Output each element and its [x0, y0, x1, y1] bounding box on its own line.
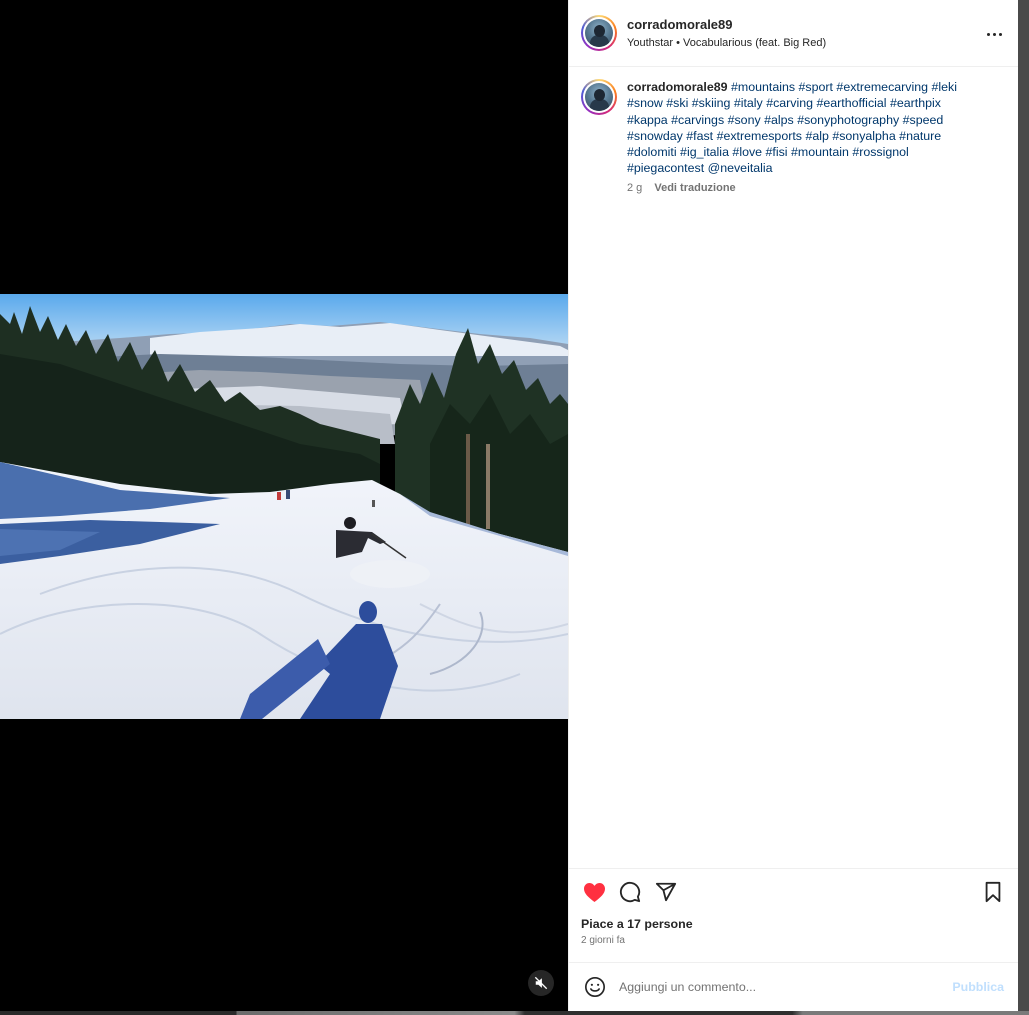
avatar-image: [585, 83, 613, 111]
hashtag-link[interactable]: #extremecarving: [836, 80, 928, 94]
hashtag-link[interactable]: #fisi: [766, 145, 788, 159]
hashtag-link[interactable]: #sony: [728, 113, 761, 127]
caption-author-avatar[interactable]: [581, 79, 617, 115]
hashtag-link[interactable]: #ski: [666, 96, 688, 110]
comment-bubble-icon: [619, 881, 641, 903]
video-frame[interactable]: [0, 294, 568, 719]
post-header: corradomorale89 Youthstar • Vocabulariou…: [569, 0, 1018, 67]
add-comment-bar: Pubblica: [569, 962, 1018, 1011]
paper-plane-icon: [655, 882, 677, 902]
window-gutter: [1018, 0, 1029, 1015]
hashtag-link[interactable]: #earthpix: [890, 96, 941, 110]
hashtag-link[interactable]: #dolomiti: [627, 145, 677, 159]
hashtag-link[interactable]: #earthofficial: [817, 96, 887, 110]
hashtag-link[interactable]: #sport: [799, 80, 833, 94]
likes-count[interactable]: Piace a 17 persone: [581, 917, 1006, 931]
comment-input[interactable]: [619, 980, 953, 994]
more-horizontal-icon: [986, 32, 990, 36]
mute-toggle-button[interactable]: [528, 970, 554, 996]
caption-username[interactable]: corradomorale89: [627, 80, 728, 94]
hashtag-link[interactable]: #nature: [899, 129, 941, 143]
hashtag-link[interactable]: #leki: [931, 80, 956, 94]
hashtag-link[interactable]: #rossignol: [852, 145, 908, 159]
hashtag-link[interactable]: #ig_italia: [680, 145, 729, 159]
hashtag-link[interactable]: #snow: [627, 96, 663, 110]
hashtag-link[interactable]: #piegacontest: [627, 161, 704, 175]
hashtag-link[interactable]: #alp: [805, 129, 828, 143]
hashtag-link[interactable]: #mountain: [791, 145, 849, 159]
hashtag-link[interactable]: #italy: [734, 96, 763, 110]
speaker-muted-icon: [534, 976, 548, 990]
publish-comment-button[interactable]: Pubblica: [952, 980, 1004, 994]
mention-link[interactable]: @neveitalia: [708, 161, 773, 175]
hashtag-link[interactable]: #carvings: [671, 113, 724, 127]
bookmark-icon: [985, 881, 1001, 903]
post-media[interactable]: [0, 0, 568, 1011]
background-strip: [0, 1011, 1029, 1015]
ski-slope-scene: [0, 294, 568, 719]
caption: corradomorale89 #mountains #sport #extre…: [581, 79, 1006, 194]
hashtag-link[interactable]: #sonyalpha: [832, 129, 895, 143]
caption-age[interactable]: 2 g: [627, 182, 642, 194]
author-avatar[interactable]: [581, 15, 617, 51]
post-details-panel: corradomorale89 Youthstar • Vocabulariou…: [568, 0, 1018, 1011]
hashtag-link[interactable]: #sonyphotography: [797, 113, 899, 127]
hashtag-link[interactable]: #fast: [686, 129, 713, 143]
share-button[interactable]: [653, 879, 679, 905]
hashtag-link[interactable]: #kappa: [627, 113, 668, 127]
avatar-image: [585, 19, 613, 47]
caption-meta: 2 g Vedi traduzione: [627, 182, 977, 194]
caption-text: corradomorale89 #mountains #sport #extre…: [627, 79, 977, 177]
hashtag-link[interactable]: #skiing: [692, 96, 731, 110]
post-actions: Piace a 17 persone 2 giorni fa: [569, 868, 1018, 962]
post-modal: corradomorale89 Youthstar • Vocabulariou…: [0, 0, 1018, 1011]
hashtag-link[interactable]: #extremesports: [717, 129, 802, 143]
comments-section: corradomorale89 #mountains #sport #extre…: [569, 67, 1018, 868]
heart-filled-icon: [583, 882, 605, 902]
emoji-smile-icon: [585, 977, 605, 997]
hashtag-link[interactable]: #mountains: [731, 80, 795, 94]
like-button[interactable]: [581, 879, 607, 905]
comment-button[interactable]: [617, 879, 643, 905]
emoji-button[interactable]: [583, 975, 607, 999]
more-options-button[interactable]: [982, 22, 1006, 46]
hashtag-link[interactable]: #alps: [764, 113, 794, 127]
hashtag-link[interactable]: #snowday: [627, 129, 683, 143]
hashtag-link[interactable]: #love: [732, 145, 762, 159]
hashtag-link[interactable]: #speed: [903, 113, 944, 127]
post-timestamp[interactable]: 2 giorni fa: [581, 935, 1006, 946]
audio-track-link[interactable]: Youthstar • Vocabularious (feat. Big Red…: [627, 36, 826, 50]
author-username[interactable]: corradomorale89: [627, 17, 826, 33]
save-button[interactable]: [980, 879, 1006, 905]
translate-button[interactable]: Vedi traduzione: [654, 182, 735, 194]
hashtag-link[interactable]: #carving: [766, 96, 813, 110]
